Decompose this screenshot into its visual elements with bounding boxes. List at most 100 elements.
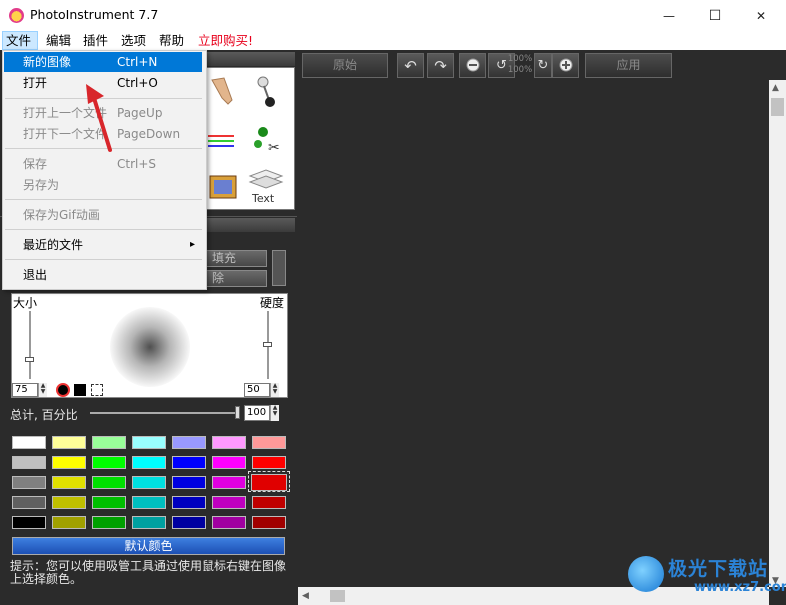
apply-button[interactable]: 应用 (585, 53, 672, 78)
color-swatch[interactable] (132, 496, 166, 509)
color-swatch[interactable] (252, 516, 286, 529)
brush-panel-header (205, 218, 295, 232)
original-button[interactable]: 原始 (302, 53, 388, 78)
color-swatch[interactable] (12, 496, 46, 509)
color-lines-tool-icon[interactable] (208, 135, 234, 147)
redo-button[interactable]: ↷ (427, 53, 454, 78)
zoom-in-button[interactable] (552, 53, 579, 78)
color-swatch[interactable] (132, 436, 166, 449)
zoom-in-icon (559, 58, 572, 71)
watermark-url: www.xz7.com (694, 580, 786, 595)
fill-button[interactable]: 填充 (205, 250, 267, 267)
round-brush-icon[interactable] (56, 383, 70, 397)
zoom-reset-right-button[interactable]: ↻ (534, 53, 552, 78)
submenu-arrow-icon: ▸ (190, 239, 196, 250)
menu-options[interactable]: 选项 (118, 31, 149, 50)
color-swatch[interactable] (92, 516, 126, 529)
size-slider-knob[interactable] (25, 357, 34, 362)
menu-file[interactable]: 文件 (2, 31, 38, 50)
color-swatch[interactable] (12, 436, 46, 449)
watermark-logo-icon (628, 556, 664, 592)
scissors-tool-icon[interactable]: ✂ (254, 127, 280, 156)
total-percent-label: 总计, 百分比 (10, 408, 78, 422)
total-stepper[interactable]: ▲ ▼ (270, 405, 279, 421)
color-swatch[interactable] (252, 456, 286, 469)
size-label: 大小 (13, 296, 38, 310)
molecule-tool-icon[interactable] (257, 76, 275, 107)
color-swatch[interactable] (212, 436, 246, 449)
color-swatch[interactable] (252, 436, 286, 449)
menu-help[interactable]: 帮助 (156, 31, 187, 50)
color-swatch[interactable] (212, 476, 246, 489)
color-swatch[interactable] (132, 456, 166, 469)
size-slider[interactable] (29, 311, 31, 379)
zoom-out-button[interactable] (459, 53, 486, 78)
color-swatch[interactable] (172, 516, 206, 529)
maximize-button[interactable]: ☐ (692, 0, 738, 31)
menu-edit[interactable]: 编辑 (43, 31, 74, 50)
menu-item-recent-files[interactable]: 最近的文件 ▸ (4, 235, 202, 255)
color-swatch[interactable] (52, 476, 86, 489)
color-swatch[interactable] (172, 476, 206, 489)
total-slider-knob[interactable] (235, 406, 240, 419)
menu-item-new-image[interactable]: 新的图像 Ctrl+N (4, 52, 202, 72)
menu-item-exit[interactable]: 退出 (4, 265, 202, 285)
selected-color-outline (248, 471, 290, 492)
color-swatch[interactable] (52, 516, 86, 529)
color-swatch[interactable] (92, 456, 126, 469)
scroll-left-arrow-icon[interactable]: ◀ (302, 591, 309, 601)
menu-plugins[interactable]: 插件 (80, 31, 111, 50)
finger-tool-icon[interactable] (211, 77, 233, 105)
total-input[interactable]: 100 (244, 405, 270, 421)
color-swatch[interactable] (172, 436, 206, 449)
vertical-scroll-thumb[interactable] (771, 98, 784, 116)
color-swatch[interactable] (212, 516, 246, 529)
color-swatch[interactable] (132, 476, 166, 489)
color-swatch[interactable] (12, 456, 46, 469)
color-swatch[interactable] (212, 456, 246, 469)
hardness-input[interactable]: 50 (244, 383, 270, 397)
menu-item-label: 另存为 (23, 178, 60, 192)
menu-buy-now[interactable]: 立即购买! (195, 31, 256, 50)
square-brush-icon[interactable] (74, 384, 86, 396)
color-swatch[interactable] (172, 496, 206, 509)
default-color-button[interactable]: 默认颜色 (12, 537, 285, 555)
text-tool-icon[interactable]: Text (248, 169, 284, 205)
mini-slider[interactable] (272, 250, 286, 286)
vertical-scrollbar[interactable] (769, 80, 786, 587)
color-swatch[interactable] (52, 436, 86, 449)
menu-item-shortcut: Ctrl+O (117, 76, 158, 90)
size-input[interactable]: 75 (12, 383, 38, 397)
menu-item-label: 保存 (23, 157, 48, 171)
hardness-slider-knob[interactable] (263, 342, 272, 347)
color-swatch[interactable] (52, 496, 86, 509)
undo-icon: ↶ (404, 56, 417, 75)
color-swatch[interactable] (132, 516, 166, 529)
color-swatch[interactable] (92, 496, 126, 509)
minimize-button[interactable]: — (646, 0, 692, 31)
color-swatch[interactable] (172, 456, 206, 469)
color-swatch[interactable] (92, 476, 126, 489)
menu-item-shortcut: PageUp (117, 106, 163, 120)
partial-button[interactable]: 除 (205, 270, 267, 287)
color-swatch[interactable] (12, 516, 46, 529)
color-swatch[interactable] (12, 476, 46, 489)
size-stepper[interactable]: ▲ ▼ (38, 383, 47, 397)
color-swatch[interactable] (252, 496, 286, 509)
film-tool-icon[interactable] (209, 175, 237, 199)
hardness-stepper[interactable]: ▲ ▼ (270, 383, 279, 397)
image-canvas[interactable] (298, 80, 768, 587)
selection-brush-icon[interactable] (91, 384, 103, 396)
total-slider[interactable] (90, 412, 240, 414)
undo-button[interactable]: ↶ (397, 53, 424, 78)
horizontal-scroll-thumb[interactable] (330, 590, 345, 602)
tools-header (205, 52, 295, 66)
close-icon: ✕ (755, 8, 767, 23)
color-swatch[interactable] (52, 456, 86, 469)
color-swatch[interactable] (212, 496, 246, 509)
close-button[interactable]: ✕ (738, 0, 784, 31)
scroll-up-arrow-icon[interactable]: ▲ (772, 83, 779, 93)
menu-item-save-gif: 保存为Gif动画 (4, 205, 202, 225)
color-swatch[interactable] (92, 436, 126, 449)
tool-icons: ✂ Text (208, 76, 284, 205)
